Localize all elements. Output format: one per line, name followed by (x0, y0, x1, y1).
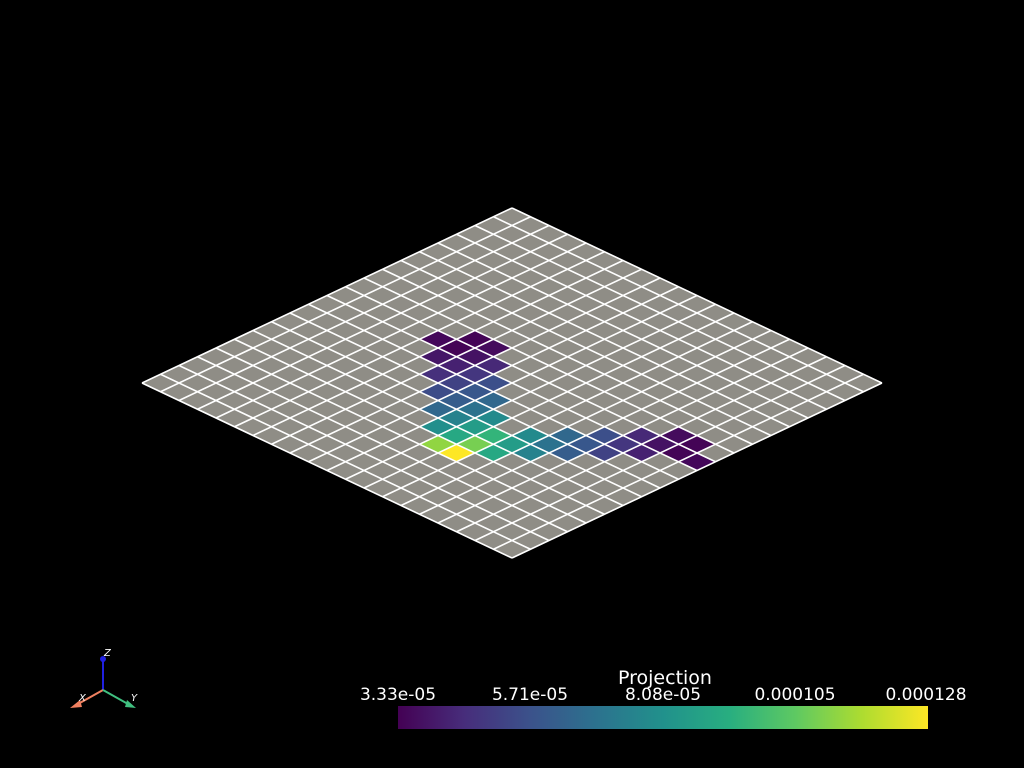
y-axis-label: Y (131, 693, 138, 704)
colorbar-gradient (398, 706, 928, 729)
x-axis-label: X (78, 693, 87, 704)
colorbar-tick-label: 0.000128 (885, 685, 966, 705)
colorbar-tick-label: 3.33e-05 (360, 685, 436, 705)
render-viewport[interactable]: Projection 3.33e-05 5.71e-05 8.08e-05 0.… (0, 0, 1024, 768)
z-axis-label: Z (103, 648, 112, 659)
colorbar-tick-label: 5.71e-05 (492, 685, 568, 705)
colorbar-tick-label: 8.08e-05 (625, 685, 701, 705)
colorbar-tick-label: 0.000105 (754, 685, 835, 705)
